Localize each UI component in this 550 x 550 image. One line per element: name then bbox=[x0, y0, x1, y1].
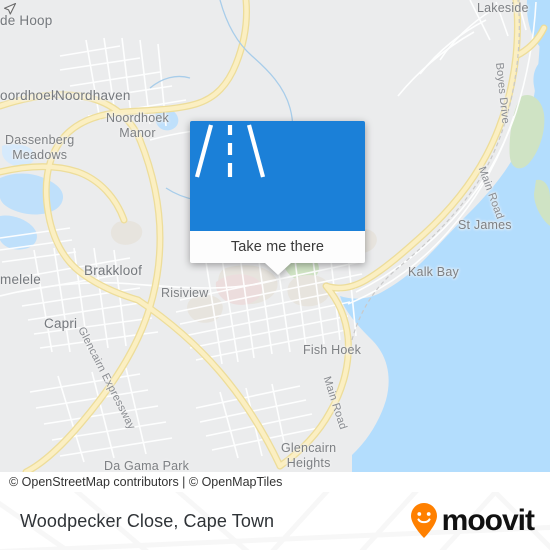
mouse-cursor-icon bbox=[3, 2, 17, 15]
map-canvas[interactable]: de Hoop oordhoek Noordhaven Noordhoek Ma… bbox=[0, 0, 550, 472]
footer-bar: Woodpecker Close, Cape Town moovit bbox=[0, 492, 550, 550]
map-attribution: © OpenStreetMap contributors | © OpenMap… bbox=[0, 472, 550, 492]
attribution-text: © OpenStreetMap contributors | © OpenMap… bbox=[9, 475, 283, 489]
moovit-wordmark: moovit bbox=[441, 504, 535, 537]
popup-pointer bbox=[264, 263, 291, 275]
take-me-there-popup[interactable]: Take me there bbox=[190, 121, 365, 275]
popup-header bbox=[190, 121, 365, 231]
popup-action-label: Take me there bbox=[230, 239, 325, 255]
moovit-pin-icon bbox=[410, 503, 437, 538]
page-title: Woodpecker Close, Cape Town bbox=[20, 510, 275, 531]
road-icon bbox=[194, 124, 266, 178]
moovit-logo: moovit bbox=[409, 492, 535, 550]
map-screenshot: de Hoop oordhoek Noordhaven Noordhoek Ma… bbox=[0, 0, 550, 550]
popup-action-button[interactable]: Take me there bbox=[190, 231, 365, 263]
